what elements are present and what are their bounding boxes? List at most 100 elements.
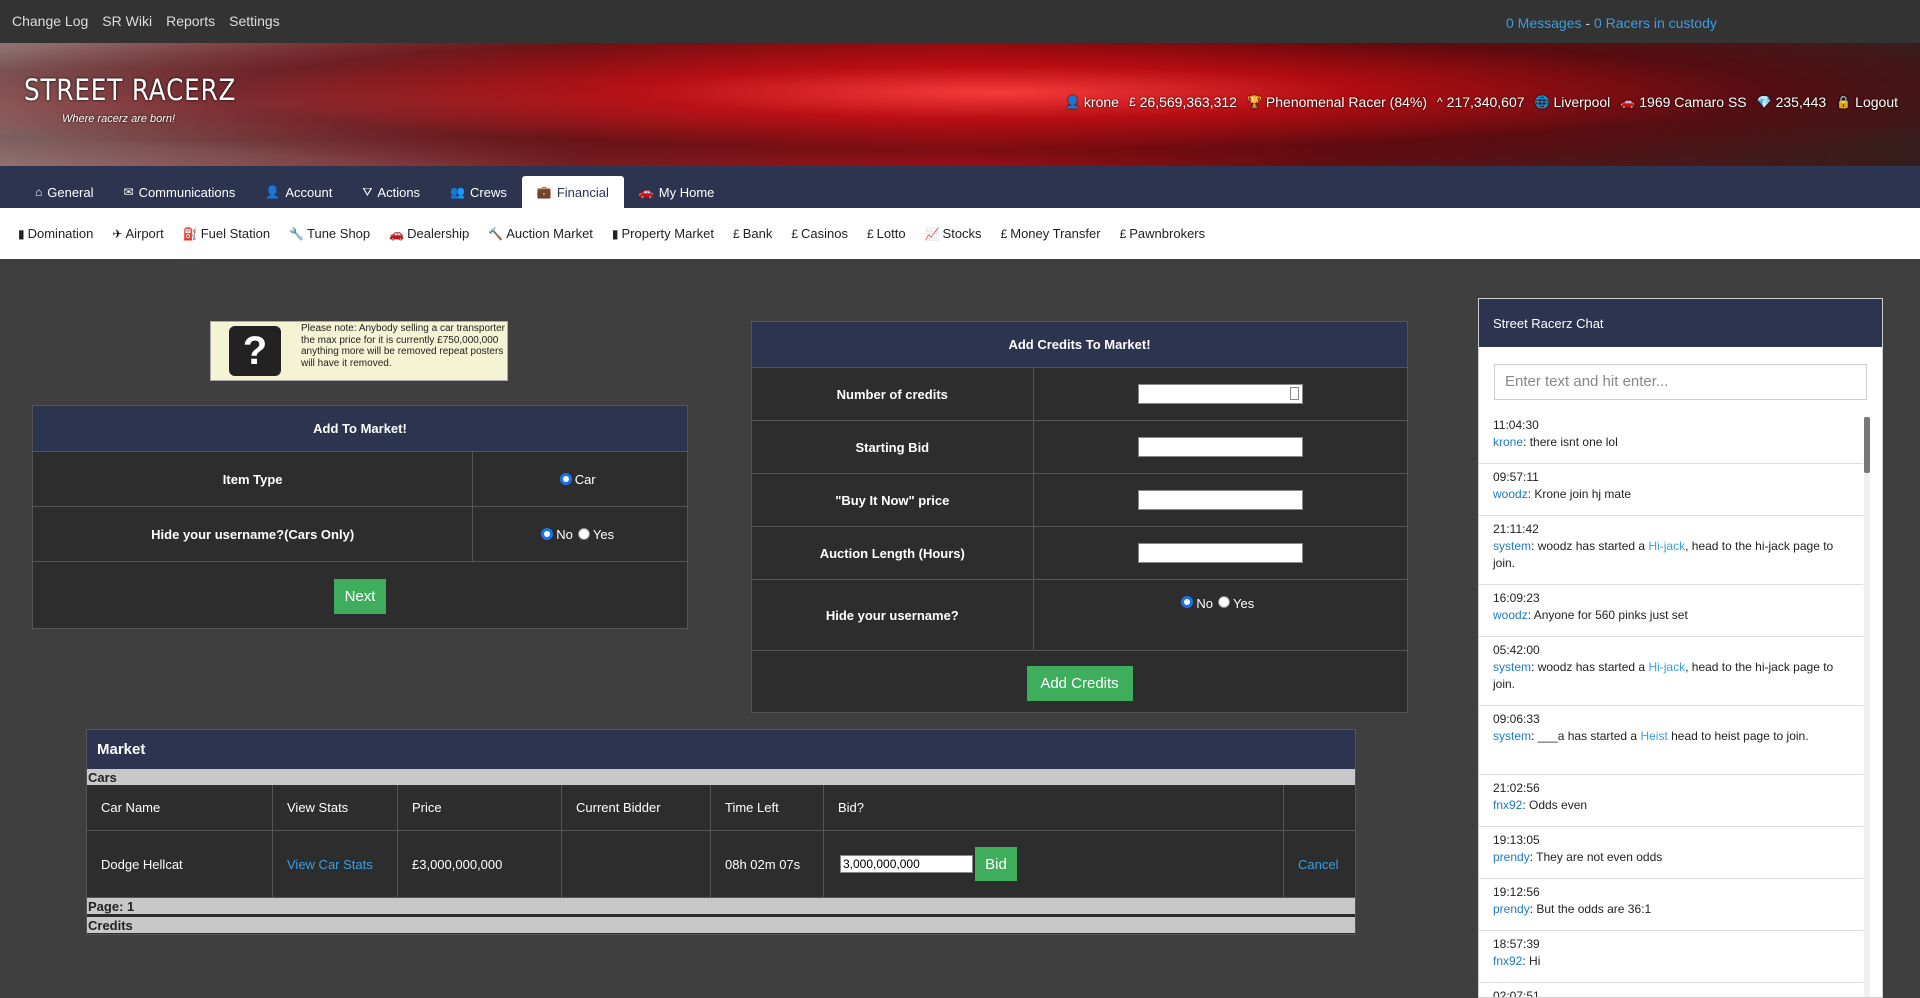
custody-link[interactable]: 0 Racers in custody xyxy=(1594,15,1717,31)
chat-username[interactable]: woodz xyxy=(1493,608,1528,622)
pound-icon: £ xyxy=(1128,95,1136,109)
sub-nav-tune-shop[interactable]: 🔧 Tune Shop xyxy=(289,226,370,241)
chat-message: 09:06:33 system: ___a has started a Heist… xyxy=(1479,706,1863,775)
buy-now-input[interactable] xyxy=(1137,490,1303,510)
site-logo[interactable]: STREET RACERZ xyxy=(24,73,236,107)
main-nav-label: Actions xyxy=(377,184,421,200)
hide-username-no-radio[interactable] xyxy=(541,528,554,540)
header-price: Price xyxy=(398,785,561,831)
main-nav-general[interactable]: ⌂ General xyxy=(20,176,109,208)
sub-nav-label: Tune Shop xyxy=(307,226,371,241)
chat-line: woodz: Krone join hj mate xyxy=(1493,487,1632,501)
chat-username[interactable]: system xyxy=(1493,729,1531,743)
credits-hide-yes-radio[interactable] xyxy=(1217,596,1230,608)
add-credits-button[interactable]: Add Credits xyxy=(1026,666,1133,701)
sub-nav-icon: ⛽ xyxy=(182,227,198,241)
main-nav-crews[interactable]: 👥 Crews xyxy=(435,176,522,208)
chat-scrollbar[interactable] xyxy=(1864,417,1870,997)
chat-message: 16:09:23 woodz: Anyone for 560 pinks just… xyxy=(1479,585,1863,637)
header-car-name: Car Name xyxy=(87,785,272,831)
chat-link[interactable]: Hi-jack xyxy=(1648,539,1685,553)
hide-username-yes-radio[interactable] xyxy=(577,528,590,540)
sub-nav-fuel-station[interactable]: ⛽ Fuel Station xyxy=(183,226,270,241)
spinner-icon[interactable] xyxy=(1289,387,1299,400)
chat-time: 19:12:56 xyxy=(1493,885,1540,899)
view-car-stats-link[interactable]: View Car Stats xyxy=(287,857,373,872)
sub-nav-auction-market[interactable]: 🔨 Auction Market xyxy=(488,226,593,241)
top-nav-change-log[interactable]: Change Log xyxy=(12,13,88,29)
chat-message: 21:11:42 system: woodz has started a Hi-j… xyxy=(1479,516,1863,585)
logout-label: Logout xyxy=(1855,94,1898,110)
sub-nav-stocks[interactable]: 📈 Stocks xyxy=(925,226,982,241)
col-view-stats: View Stats View Car Stats xyxy=(273,785,398,897)
hide-username-row: Hide your username?(Cars Only) No Yes xyxy=(33,507,687,562)
auction-length-input[interactable] xyxy=(1137,543,1303,563)
sub-nav-bank[interactable]: £ Bank xyxy=(733,226,772,241)
number-of-credits-input[interactable] xyxy=(1137,384,1303,404)
chat-message: 09:57:11 woodz: Krone join hj mate xyxy=(1479,464,1863,516)
chat-time: 11:04:30 xyxy=(1493,418,1539,432)
logout-link[interactable]: 🔒 Logout xyxy=(1836,94,1898,110)
messages-link[interactable]: 0 Messages xyxy=(1506,15,1581,31)
chat-text: there isnt one lol xyxy=(1526,435,1618,449)
sub-nav-icon: 🚗 xyxy=(389,227,405,241)
chat-username[interactable]: woodz xyxy=(1493,487,1528,501)
stat-money-value: 26,569,363,312 xyxy=(1139,94,1237,110)
chat-input[interactable]: Enter text and hit enter... xyxy=(1494,364,1867,400)
main-nav-account[interactable]: 👤 Account xyxy=(250,176,347,208)
sub-nav-pawnbrokers[interactable]: £ Pawnbrokers xyxy=(1120,226,1206,241)
next-button[interactable]: Next xyxy=(334,578,386,614)
sub-nav-label: Casinos xyxy=(801,226,848,241)
credits-hide-no-radio[interactable] xyxy=(1181,596,1194,608)
cancel-cell: Cancel xyxy=(1284,831,1355,897)
starting-bid-input[interactable] xyxy=(1137,437,1303,457)
price: £3,000,000,000 xyxy=(412,856,503,872)
sub-nav-domination[interactable]: ▮ Domination xyxy=(18,226,93,241)
sub-nav-icon: 🔧 xyxy=(289,227,305,241)
main-nav-financial[interactable]: 💼 Financial xyxy=(521,176,624,208)
cancel-link[interactable]: Cancel xyxy=(1298,857,1338,872)
main-nav-my-home[interactable]: 🚗 My Home xyxy=(624,176,730,208)
top-nav-sr-wiki[interactable]: SR Wiki xyxy=(102,13,152,29)
main-nav-actions[interactable]: ⛛ Actions xyxy=(347,176,435,208)
chat-username[interactable]: fnx92 xyxy=(1493,798,1522,812)
chat-messages: 11:04:30 krone: there isnt one lol 09:57:1… xyxy=(1479,412,1863,997)
sub-nav-dealership[interactable]: 🚗 Dealership xyxy=(389,226,469,241)
chat-username[interactable]: fnx92 xyxy=(1493,954,1522,968)
market-title: Market xyxy=(87,730,1355,769)
stat-car[interactable]: 🚗 1969 Camaro SS xyxy=(1620,94,1746,110)
globe-icon: 🌐 xyxy=(1534,95,1550,109)
credits-hide-username-options: No Yes xyxy=(1034,580,1407,650)
sub-nav-icon: ✈ xyxy=(112,227,123,241)
buy-now-label: "Buy It Now" price xyxy=(752,474,1034,526)
sub-nav-airport[interactable]: ✈ Airport xyxy=(112,226,163,241)
starting-bid-label: Starting Bid xyxy=(752,421,1034,473)
main-nav-communications[interactable]: ✉ Communications xyxy=(109,176,251,208)
chat-link[interactable]: Hi-jack xyxy=(1648,660,1685,674)
top-nav-reports[interactable]: Reports xyxy=(166,13,215,29)
sub-nav-property-market[interactable]: ▮ Property Market xyxy=(612,226,714,241)
chat-username[interactable]: prendy xyxy=(1493,850,1530,864)
chat-scroll-thumb[interactable] xyxy=(1864,417,1870,473)
sub-nav-money-transfer[interactable]: £ Money Transfer xyxy=(1001,226,1101,241)
sub-nav-label: Money Transfer xyxy=(1010,226,1101,241)
item-type-car-radio[interactable] xyxy=(559,473,572,485)
chat-message: 05:42:00 system: woodz has started a Hi-j… xyxy=(1479,637,1863,706)
stat-username[interactable]: 👤 krone xyxy=(1065,94,1119,110)
sub-nav-lotto[interactable]: £ Lotto xyxy=(867,226,906,241)
sub-nav-casinos[interactable]: £ Casinos xyxy=(791,226,848,241)
chat-time: 05:42:00 xyxy=(1493,643,1540,657)
top-nav-settings[interactable]: Settings xyxy=(229,13,280,29)
question-icon: ? xyxy=(229,326,281,376)
stat-diamonds-value: 235,443 xyxy=(1775,94,1827,110)
chat-link[interactable]: Heist xyxy=(1640,729,1667,743)
stat-location[interactable]: 🌐 Liverpool xyxy=(1535,94,1611,110)
chat-username[interactable]: prendy xyxy=(1493,902,1530,916)
chat-message: 18:57:39 fnx92: Hi xyxy=(1479,931,1863,983)
envelope-icon: ✉ xyxy=(123,185,134,199)
chat-username[interactable]: system xyxy=(1493,660,1531,674)
bid-button[interactable]: Bid xyxy=(975,847,1017,881)
chat-username[interactable]: system xyxy=(1493,539,1531,553)
chat-username[interactable]: krone xyxy=(1493,435,1523,449)
bid-input[interactable]: 3,000,000,000 xyxy=(840,855,973,873)
